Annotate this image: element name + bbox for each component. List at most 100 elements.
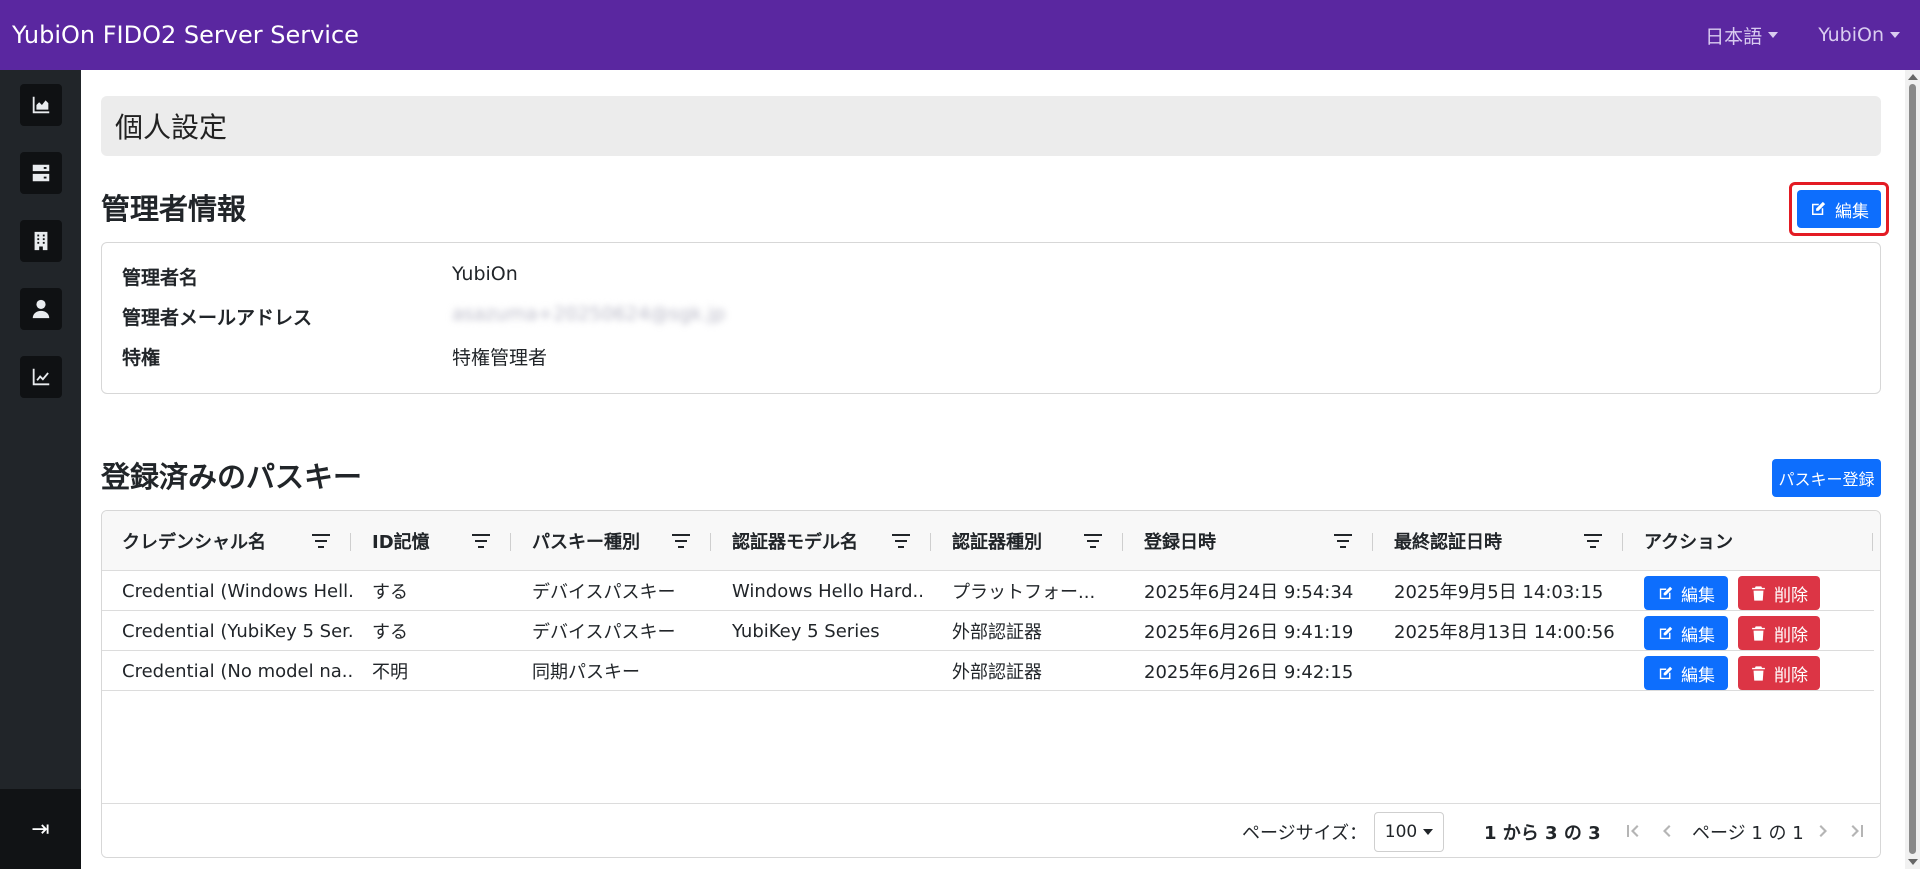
edit-passkey-button[interactable]: 編集 <box>1644 616 1728 650</box>
page-size-label: ページサイズ： <box>1242 823 1368 844</box>
column-separator[interactable] <box>1622 533 1623 551</box>
page-size-value: 100 <box>1384 822 1418 842</box>
user-dropdown[interactable]: YubiOn <box>1818 24 1900 46</box>
delete-passkey-button[interactable]: 削除 <box>1738 576 1820 610</box>
server-icon <box>32 164 50 182</box>
column-header-authenticator-type[interactable]: 認証器種別 <box>952 511 1042 571</box>
sidebar-item-dashboard[interactable] <box>20 84 62 126</box>
delete-passkey-button[interactable]: 削除 <box>1738 656 1820 690</box>
column-header-credential-name[interactable]: クレデンシャル名 <box>122 511 266 571</box>
delete-passkey-label: 削除 <box>1774 665 1808 686</box>
sidebar-item-users[interactable] <box>20 288 62 330</box>
column-separator[interactable] <box>1122 533 1123 551</box>
caret-down-icon <box>1423 829 1434 835</box>
user-icon <box>32 299 50 319</box>
filter-icon[interactable] <box>1584 533 1602 549</box>
sidebar-item-organizations[interactable] <box>20 220 62 262</box>
cell-last-auth-at: 2025年8月13日 14:00:56 <box>1394 622 1615 643</box>
filter-icon[interactable] <box>892 533 910 549</box>
column-header-passkey-type[interactable]: パスキー種別 <box>532 511 640 571</box>
cell-passkey-type: デバイスパスキー <box>532 582 676 603</box>
chart-line-icon <box>32 368 50 386</box>
brand-title[interactable]: YubiOn FIDO2 Server Service <box>12 21 359 49</box>
page-indicator: ページ 1 の 1 <box>1692 823 1804 844</box>
edit-admin-label: 編集 <box>1835 201 1869 222</box>
table-row[interactable]: Credential (YubiKey 5 Ser... する デバイスパスキー… <box>102 611 1874 651</box>
filter-icon[interactable] <box>1084 533 1102 549</box>
cell-authenticator-model <box>732 651 922 691</box>
delete-passkey-button[interactable]: 削除 <box>1738 616 1820 650</box>
admin-name-value: YubiOn <box>452 263 518 285</box>
admin-info-title: 管理者情報 <box>101 192 247 226</box>
previous-page-icon[interactable] <box>1658 822 1676 840</box>
cell-registered-at: 2025年6月26日 9:42:15 <box>1144 662 1354 683</box>
page-size-select[interactable]: 100 <box>1374 812 1444 852</box>
cell-authenticator-type: プラットフォー... <box>952 582 1096 603</box>
edit-icon <box>1659 626 1673 639</box>
column-header-actions: アクション <box>1644 532 1734 553</box>
column-header-registered-at[interactable]: 登録日時 <box>1144 511 1216 571</box>
column-separator[interactable] <box>350 533 351 551</box>
column-header-last-auth-at[interactable]: 最終認証日時 <box>1394 511 1502 571</box>
cell-registered-at: 2025年6月24日 9:54:34 <box>1144 582 1354 603</box>
filter-icon[interactable] <box>312 533 330 549</box>
cell-authenticator-type: 外部認証器 <box>952 662 1042 683</box>
edit-icon <box>1659 666 1673 679</box>
scrollbar-thumb[interactable] <box>1909 84 1916 854</box>
privilege-value: 特権管理者 <box>452 347 548 369</box>
last-page-icon[interactable] <box>1848 822 1866 840</box>
grid-pagination: ページサイズ： 100 1 から 3 の 3 ページ 1 の 1 <box>102 803 1880 857</box>
register-passkey-label: パスキー登録 <box>1778 470 1875 489</box>
first-page-icon[interactable] <box>1624 822 1642 840</box>
filter-icon[interactable] <box>1334 533 1352 549</box>
admin-email-value: asazuma+20250624@sgk.jp <box>452 303 726 325</box>
register-passkey-button[interactable]: パスキー登録 <box>1772 459 1881 497</box>
cell-credential-name: Credential (Windows Hell... <box>122 580 352 602</box>
column-header-authenticator-model[interactable]: 認証器モデル名 <box>732 511 858 571</box>
sidebar: ⇥ <box>0 70 81 869</box>
passkeys-grid: クレデンシャル名 ID記憶 パスキー種別 認証器モデル名 認証器種別 登録日時 … <box>101 510 1881 858</box>
row-range-summary: 1 から 3 の 3 <box>1484 823 1601 844</box>
edit-passkey-button[interactable]: 編集 <box>1644 656 1728 690</box>
trash-icon <box>1752 625 1765 641</box>
filter-icon[interactable] <box>472 533 490 549</box>
grid-header: クレデンシャル名 ID記憶 パスキー種別 認証器モデル名 認証器種別 登録日時 … <box>102 511 1880 571</box>
expand-sidebar-icon: ⇥ <box>31 816 50 842</box>
page-title: 個人設定 <box>101 96 1881 156</box>
sidebar-collapse-button[interactable]: ⇥ <box>0 789 81 869</box>
next-page-icon[interactable] <box>1814 822 1832 840</box>
delete-passkey-label: 削除 <box>1774 585 1808 606</box>
admin-name-label: 管理者名 <box>122 267 199 289</box>
building-icon <box>34 231 48 251</box>
scroll-up-icon[interactable] <box>1908 74 1918 80</box>
cell-registered-at: 2025年6月26日 9:41:19 <box>1144 622 1354 643</box>
cell-id-memory: する <box>372 622 408 643</box>
column-separator[interactable] <box>1872 533 1873 551</box>
column-separator[interactable] <box>510 533 511 551</box>
filter-icon[interactable] <box>672 533 690 549</box>
edit-icon <box>1659 586 1673 599</box>
cell-authenticator-type: 外部認証器 <box>952 622 1042 643</box>
sidebar-item-servers[interactable] <box>20 152 62 194</box>
caret-down-icon <box>1890 32 1900 38</box>
cell-last-auth-at <box>1394 651 1619 691</box>
passkeys-title: 登録済みのパスキー <box>101 460 363 494</box>
table-row[interactable]: Credential (Windows Hell... する デバイスパスキー … <box>102 571 1874 611</box>
cell-authenticator-model: Windows Hello Hard... <box>732 580 922 602</box>
edit-admin-button[interactable]: 編集 <box>1797 190 1881 228</box>
edit-passkey-button[interactable]: 編集 <box>1644 576 1728 610</box>
scroll-down-icon[interactable] <box>1908 859 1918 865</box>
column-separator[interactable] <box>930 533 931 551</box>
cell-authenticator-model: YubiKey 5 Series <box>732 620 880 642</box>
vertical-scrollbar[interactable] <box>1905 70 1920 869</box>
trash-icon <box>1752 665 1765 681</box>
edit-passkey-label: 編集 <box>1681 625 1715 646</box>
sidebar-item-statistics[interactable] <box>20 356 62 398</box>
column-separator[interactable] <box>710 533 711 551</box>
column-header-id-memory[interactable]: ID記憶 <box>372 511 430 571</box>
admin-email-label: 管理者メールアドレス <box>122 307 313 329</box>
table-row[interactable]: Credential (No model na... 不明 同期パスキー 外部認… <box>102 651 1874 691</box>
admin-info-panel: 管理者名 YubiOn 管理者メールアドレス asazuma+20250624@… <box>101 242 1881 394</box>
column-separator[interactable] <box>1372 533 1373 551</box>
language-dropdown[interactable]: 日本語 <box>1705 22 1779 49</box>
